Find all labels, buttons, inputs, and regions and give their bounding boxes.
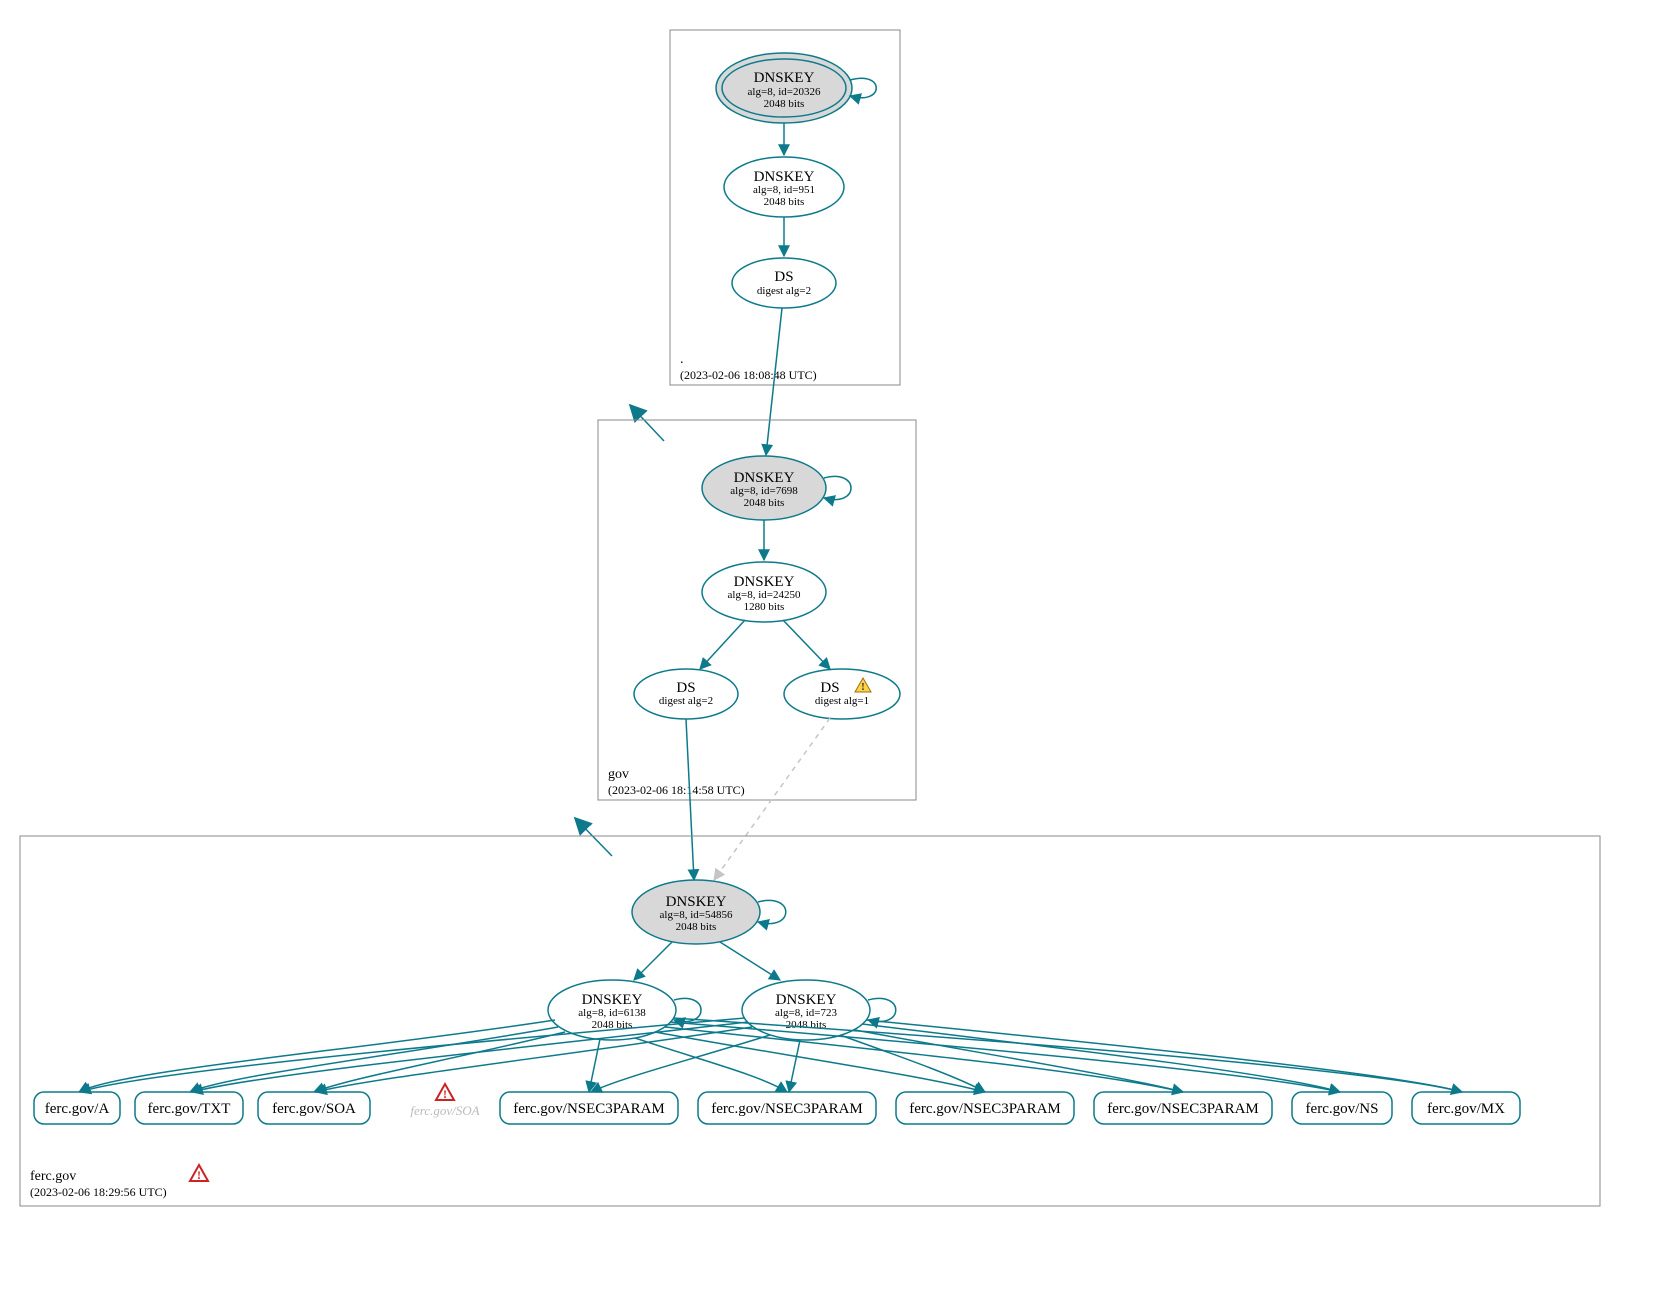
svg-text:DNSKEY: DNSKEY [754, 70, 815, 86]
edge-ds2-fercksk-dashed [714, 718, 830, 880]
node-ferc-ksk[interactable]: DNSKEY alg=8, id=54856 2048 bits [632, 880, 760, 944]
node-root-ksk[interactable]: DNSKEY alg=8, id=20326 2048 bits [716, 53, 852, 123]
svg-text:DS: DS [774, 269, 793, 285]
rrset-soa-error[interactable]: ferc.gov/SOA ! [410, 1084, 479, 1118]
svg-text:ferc.gov/SOA: ferc.gov/SOA [272, 1101, 356, 1117]
svg-text:alg=8, id=20326: alg=8, id=20326 [748, 86, 821, 98]
rrset-soa[interactable]: ferc.gov/SOA [258, 1092, 370, 1124]
svg-text:!: ! [197, 1168, 201, 1182]
edge-fercksk-zsk2 [720, 942, 780, 980]
svg-text:DNSKEY: DNSKEY [666, 894, 727, 910]
svg-text:alg=8, id=723: alg=8, id=723 [775, 1007, 837, 1019]
svg-text:DNSKEY: DNSKEY [582, 992, 643, 1008]
svg-text:alg=8, id=6138: alg=8, id=6138 [578, 1007, 646, 1019]
svg-text:!: ! [443, 1087, 447, 1101]
svg-text:DNSKEY: DNSKEY [776, 992, 837, 1008]
svg-text:alg=8, id=54856: alg=8, id=54856 [660, 909, 733, 921]
rrset-txt[interactable]: ferc.gov/TXT [135, 1092, 243, 1124]
svg-text:ferc.gov/NS: ferc.gov/NS [1306, 1101, 1379, 1117]
node-gov-ds1[interactable]: DS digest alg=2 [634, 669, 738, 719]
svg-text:ferc.gov/NSEC3PARAM: ferc.gov/NSEC3PARAM [909, 1101, 1061, 1117]
node-gov-ds2[interactable]: DS digest alg=1 ! [784, 669, 900, 719]
svg-text:DNSKEY: DNSKEY [734, 470, 795, 486]
svg-text:2048 bits: 2048 bits [786, 1019, 827, 1031]
zone-name-root: . [680, 352, 684, 367]
zone-name-gov: gov [608, 767, 629, 782]
node-gov-ksk[interactable]: DNSKEY alg=8, id=7698 2048 bits [702, 456, 826, 520]
rrset-nsec3param-2[interactable]: ferc.gov/NSEC3PARAM [698, 1092, 876, 1124]
edge-delegation-gov-to-root [630, 405, 664, 441]
rrset-a[interactable]: ferc.gov/A [34, 1092, 120, 1124]
self-loop-ferc-ksk [758, 900, 786, 923]
svg-text:!: ! [861, 681, 865, 693]
svg-text:ferc.gov/SOA: ferc.gov/SOA [410, 1103, 479, 1118]
zone-ts-root: (2023-02-06 18:08:48 UTC) [680, 368, 817, 382]
edge-govzsk-ds1 [700, 620, 745, 669]
svg-text:digest alg=2: digest alg=2 [757, 285, 811, 297]
svg-text:ferc.gov/MX: ferc.gov/MX [1427, 1101, 1505, 1117]
rrset-nsec3param-3[interactable]: ferc.gov/NSEC3PARAM [896, 1092, 1074, 1124]
svg-text:DNSKEY: DNSKEY [734, 574, 795, 590]
zone-name-fercgov: ferc.gov [30, 1169, 76, 1184]
svg-text:alg=8, id=7698: alg=8, id=7698 [730, 485, 798, 497]
zone-ts-fercgov: (2023-02-06 18:29:56 UTC) [30, 1185, 167, 1199]
svg-text:DNSKEY: DNSKEY [754, 169, 815, 185]
svg-text:ferc.gov/NSEC3PARAM: ferc.gov/NSEC3PARAM [1107, 1101, 1259, 1117]
self-loop-root-ksk [850, 78, 876, 98]
svg-text:1280 bits: 1280 bits [744, 601, 785, 613]
rrset-mx[interactable]: ferc.gov/MX [1412, 1092, 1520, 1124]
node-gov-zsk[interactable]: DNSKEY alg=8, id=24250 1280 bits [702, 562, 826, 622]
svg-text:DS: DS [820, 680, 839, 696]
svg-text:DS: DS [676, 680, 695, 696]
svg-text:ferc.gov/A: ferc.gov/A [45, 1101, 110, 1117]
svg-text:2048 bits: 2048 bits [744, 497, 785, 509]
svg-text:alg=8, id=951: alg=8, id=951 [753, 184, 815, 196]
edge-fercksk-zsk1 [634, 942, 672, 980]
svg-text:2048 bits: 2048 bits [764, 196, 805, 208]
edge-govzsk-ds2 [783, 620, 830, 669]
svg-text:digest alg=1: digest alg=1 [815, 695, 869, 707]
edge-delegation-ferc-to-gov [575, 818, 612, 856]
self-loop-gov-ksk [824, 476, 851, 499]
node-ferc-zsk1[interactable]: DNSKEY alg=8, id=6138 2048 bits [548, 980, 676, 1040]
svg-text:2048 bits: 2048 bits [764, 98, 805, 110]
error-icon: ! [190, 1165, 208, 1182]
svg-text:2048 bits: 2048 bits [676, 921, 717, 933]
rrset-nsec3param-4[interactable]: ferc.gov/NSEC3PARAM [1094, 1092, 1272, 1124]
svg-text:ferc.gov/NSEC3PARAM: ferc.gov/NSEC3PARAM [711, 1101, 863, 1117]
rrset-ns[interactable]: ferc.gov/NS [1292, 1092, 1392, 1124]
error-icon: ! [436, 1084, 454, 1101]
rrset-nsec3param-1[interactable]: ferc.gov/NSEC3PARAM [500, 1092, 678, 1124]
zone-ts-gov: (2023-02-06 18:14:58 UTC) [608, 783, 745, 797]
node-root-zsk[interactable]: DNSKEY alg=8, id=951 2048 bits [724, 157, 844, 217]
svg-text:ferc.gov/NSEC3PARAM: ferc.gov/NSEC3PARAM [513, 1101, 665, 1117]
svg-text:alg=8, id=24250: alg=8, id=24250 [728, 589, 801, 601]
dnssec-diagram: . (2023-02-06 18:08:48 UTC) DNSKEY alg=8… [0, 0, 1671, 1303]
svg-text:ferc.gov/TXT: ferc.gov/TXT [148, 1101, 231, 1117]
node-root-ds[interactable]: DS digest alg=2 [732, 258, 836, 308]
self-loop-ferc-zsk2 [868, 998, 896, 1021]
svg-text:digest alg=2: digest alg=2 [659, 695, 713, 707]
